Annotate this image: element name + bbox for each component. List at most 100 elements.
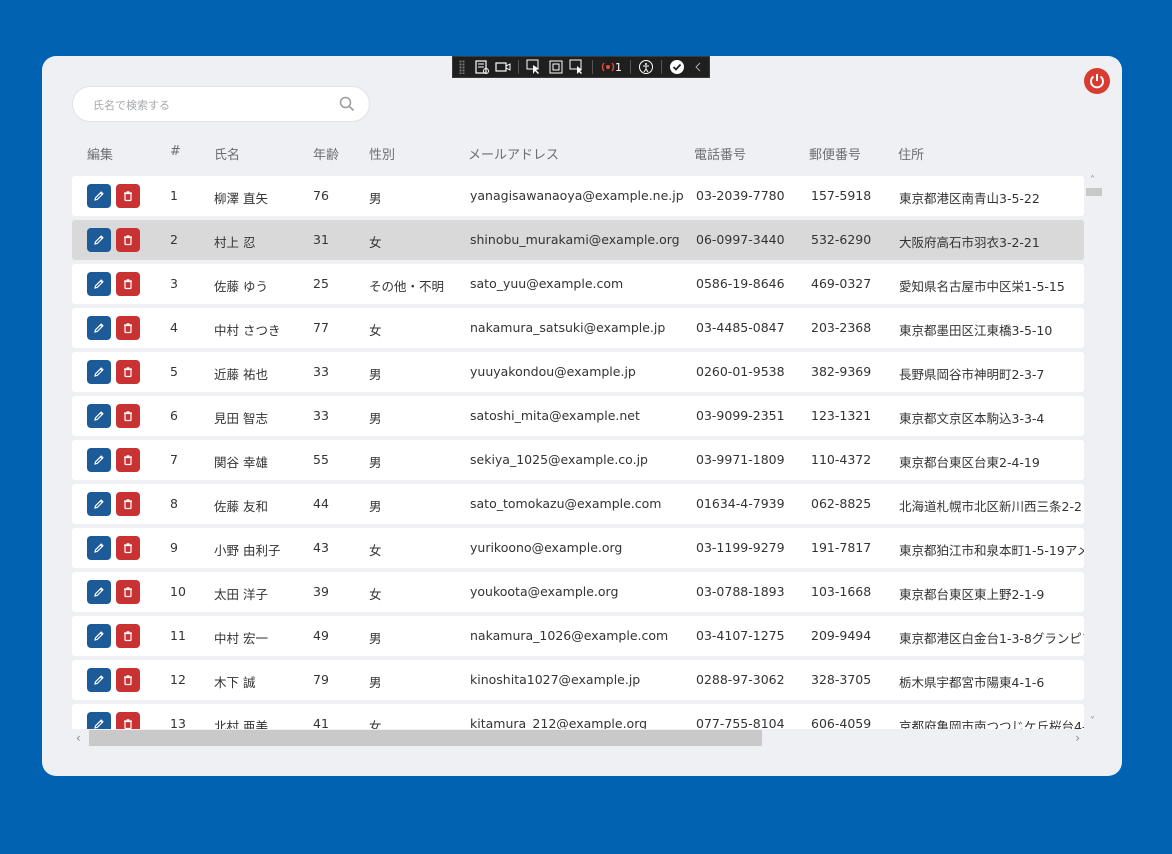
cell-age: 33: [313, 364, 329, 379]
edit-button[interactable]: [87, 360, 111, 384]
cell-address: 東京都狛江市和泉本町1-5-19アメ: [899, 543, 1084, 558]
cell-address: 長野県岡谷市神明町2-3-7: [899, 367, 1045, 382]
table-row[interactable]: 6 見田 智志 33 男 satoshi_mita@example.net 03-9099…: [72, 396, 1084, 436]
scroll-up-icon[interactable]: ˄: [1090, 175, 1095, 186]
vertical-scrollbar[interactable]: ˄ ˅: [1085, 175, 1103, 729]
cell-age: 76: [313, 188, 329, 203]
edit-button[interactable]: [87, 668, 111, 692]
edit-button[interactable]: [87, 580, 111, 604]
horizontal-scrollbar[interactable]: ‹ ›: [72, 729, 1084, 747]
cell-email: kitamura_212@example.org: [470, 716, 648, 729]
cell-name: 中村 宏一: [214, 631, 268, 646]
col-index[interactable]: #: [170, 144, 181, 159]
trash-icon: [122, 542, 134, 554]
col-gender[interactable]: 性別: [369, 144, 395, 163]
cell-address: 栃木県宇都宮市陽東4-1-6: [899, 675, 1045, 690]
table-row[interactable]: 11 中村 宏一 49 男 nakamura_1026@example.com 03-41…: [72, 616, 1084, 656]
delete-button[interactable]: [116, 536, 140, 560]
delete-button[interactable]: [116, 272, 140, 296]
cell-phone: 06-0997-3440: [696, 232, 785, 247]
delete-button[interactable]: [116, 492, 140, 516]
horizontal-scroll-thumb[interactable]: [89, 730, 762, 746]
delete-button[interactable]: [116, 448, 140, 472]
cell-postal: 203-2368: [811, 320, 872, 335]
toolbar-grip[interactable]: [459, 60, 465, 74]
power-button[interactable]: [1084, 68, 1110, 94]
cell-name: 佐藤 ゆう: [214, 279, 268, 294]
delete-button[interactable]: [116, 316, 140, 340]
delete-button[interactable]: [116, 184, 140, 208]
delete-button[interactable]: [116, 624, 140, 648]
col-name[interactable]: 氏名: [214, 144, 240, 163]
trash-icon: [122, 586, 134, 598]
delete-button[interactable]: [116, 580, 140, 604]
table-row[interactable]: 7 関谷 幸雄 55 男 sekiya_1025@example.co.jp 03-997…: [72, 440, 1084, 480]
delete-button[interactable]: [116, 360, 140, 384]
scroll-down-icon[interactable]: ˅: [1090, 716, 1095, 727]
edit-button[interactable]: [87, 184, 111, 208]
col-age[interactable]: 年齢: [313, 144, 339, 163]
trash-icon: [122, 322, 134, 334]
cell-email: yurikoono@example.org: [470, 540, 623, 555]
col-email[interactable]: メールアドレス: [468, 144, 559, 163]
table-row[interactable]: 4 中村 さつき 77 女 nakamura_satsuki@example.jp 03-…: [72, 308, 1084, 348]
delete-button[interactable]: [116, 668, 140, 692]
scroll-left-icon[interactable]: ‹: [76, 731, 81, 745]
data-grid[interactable]: 1 柳澤 直矢 76 男 yanagisawanaoya@example.ne.jp 03…: [72, 175, 1084, 729]
cell-age: 44: [313, 496, 329, 511]
delete-button[interactable]: [116, 712, 140, 729]
table-row[interactable]: 12 木下 誠 79 男 kinoshita1027@example.jp 0288-97…: [72, 660, 1084, 700]
table-row[interactable]: 2 村上 忍 31 女 shinobu_murakami@example.org 06-0…: [72, 220, 1084, 260]
edit-button[interactable]: [87, 448, 111, 472]
delete-button[interactable]: [116, 228, 140, 252]
cell-gender: 男: [369, 675, 382, 690]
layout-adorner-icon[interactable]: [545, 57, 567, 77]
edit-button[interactable]: [87, 492, 111, 516]
cell-gender: 女: [369, 719, 382, 729]
cell-address: 京都府亀岡市南つつじケ丘桜台4-2: [899, 719, 1084, 729]
pencil-icon: [93, 366, 105, 378]
edit-button[interactable]: [87, 624, 111, 648]
table-row[interactable]: 10 太田 洋子 39 女 youkoota@example.org 03-0788-18…: [72, 572, 1084, 612]
cell-postal: 209-9494: [811, 628, 872, 643]
cell-age: 39: [313, 584, 329, 599]
table-row[interactable]: 13 北村 亜美 41 女 kitamura_212@example.org 077-75…: [72, 704, 1084, 729]
table-row[interactable]: 3 佐藤 ゆう 25 その他・不明 sato_yuu@example.com 0586-1…: [72, 264, 1084, 304]
toolbar-separator: [660, 60, 662, 74]
camera-icon[interactable]: [493, 57, 515, 77]
col-address[interactable]: 住所: [898, 144, 924, 163]
trash-icon: [122, 718, 134, 729]
track-focus-icon[interactable]: [567, 57, 589, 77]
edit-button[interactable]: [87, 712, 111, 729]
cell-phone: 03-4107-1275: [696, 628, 785, 643]
collapse-toolbar-icon[interactable]: [687, 57, 709, 77]
vertical-scroll-thumb[interactable]: [1086, 188, 1102, 196]
cell-index: 13: [170, 716, 186, 729]
live-visual-tree-icon[interactable]: [471, 57, 493, 77]
power-icon: [1090, 74, 1104, 89]
delete-button[interactable]: [116, 404, 140, 428]
search-input[interactable]: [91, 95, 335, 115]
table-row[interactable]: 1 柳澤 直矢 76 男 yanagisawanaoya@example.ne.jp 03…: [72, 176, 1084, 216]
edit-button[interactable]: [87, 228, 111, 252]
col-phone[interactable]: 電話番号: [694, 144, 746, 163]
xaml-debug-toolbar: 1: [452, 56, 710, 78]
edit-button[interactable]: [87, 404, 111, 428]
table-row[interactable]: 9 小野 由利子 43 女 yurikoono@example.org 03-1199-9…: [72, 528, 1084, 568]
cell-address: 東京都文京区本駒込3-3-4: [899, 411, 1045, 426]
check-icon[interactable]: [666, 57, 688, 77]
edit-button[interactable]: [87, 272, 111, 296]
col-edit[interactable]: 編集: [87, 144, 113, 163]
scroll-right-icon[interactable]: ›: [1075, 731, 1080, 745]
edit-button[interactable]: [87, 316, 111, 340]
table-row[interactable]: 5 近藤 祐也 33 男 yuuyakondou@example.jp 0260-01-9…: [72, 352, 1084, 392]
pencil-icon: [93, 586, 105, 598]
accessibility-icon[interactable]: [635, 57, 657, 77]
search-icon[interactable]: [339, 96, 355, 116]
table-row[interactable]: 8 佐藤 友和 44 男 sato_tomokazu@example.com 01634-…: [72, 484, 1084, 524]
select-element-icon[interactable]: [523, 57, 545, 77]
col-postal[interactable]: 郵便番号: [809, 144, 861, 163]
trash-icon: [122, 366, 134, 378]
cell-gender: 男: [369, 499, 382, 514]
edit-button[interactable]: [87, 536, 111, 560]
